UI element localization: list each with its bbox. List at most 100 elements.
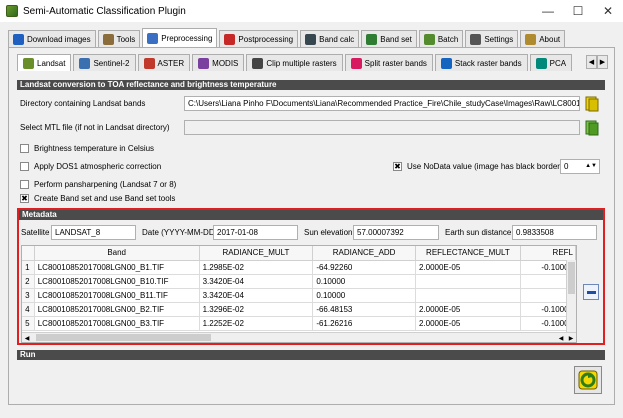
band-set-icon <box>366 33 378 45</box>
band-cell[interactable]: LC80010852017008LGN00_B1.TIF <box>34 260 200 275</box>
column-header-radiance-add[interactable]: RADIANCE_ADD <box>312 246 416 261</box>
open-mtl-file-button[interactable] <box>583 119 601 137</box>
scrollbar-thumb[interactable] <box>568 262 575 294</box>
tab-about[interactable]: About <box>520 30 566 47</box>
radiance-mult-cell[interactable]: 3.3420E-04 <box>199 274 314 289</box>
tab-band-calc[interactable]: Band calc <box>300 30 360 47</box>
run-button[interactable] <box>574 366 602 394</box>
about-icon <box>525 33 537 45</box>
radiance-add-cell[interactable]: 0.10000 <box>312 274 416 289</box>
nodata-value-spinbox[interactable]: 0 ▲▼ <box>560 159 600 174</box>
tab-band-set[interactable]: Band set <box>361 30 417 47</box>
table-row[interactable]: 1 LC80010852017008LGN00_B1.TIF 1.2985E-0… <box>22 260 576 275</box>
column-header-radiance-mult[interactable]: RADIANCE_MULT <box>199 246 314 261</box>
folder-icon <box>585 96 599 112</box>
radiance-mult-cell[interactable]: 1.3296E-02 <box>199 302 314 317</box>
tab-stack-raster-bands[interactable]: Stack raster bands <box>434 54 528 71</box>
title-bar: Semi-Automatic Classification Plugin — ☐… <box>0 0 623 22</box>
spin-arrows-icon[interactable]: ▲▼ <box>585 160 597 173</box>
radiance-add-cell[interactable]: -66.48153 <box>312 302 416 317</box>
tab-modis[interactable]: MODIS <box>192 54 245 71</box>
close-button[interactable]: ✕ <box>593 0 623 22</box>
maximize-button[interactable]: ☐ <box>563 0 593 22</box>
split-bands-icon <box>350 57 362 69</box>
band-cell[interactable]: LC80010852017008LGN00_B11.TIF <box>34 288 200 303</box>
reflectance-mult-cell[interactable]: 2.0000E-05 <box>415 302 521 317</box>
table-vertical-scrollbar[interactable] <box>566 260 576 332</box>
dos1-correction-checkbox[interactable]: Apply DOS1 atmospheric correction <box>20 162 161 171</box>
column-header-reflectance-mult[interactable]: REFLECTANCE_MULT <box>415 246 521 261</box>
radiance-add-cell[interactable]: -64.92260 <box>312 260 416 275</box>
table-horizontal-scrollbar[interactable]: ◀ ◀ ▶ <box>22 332 576 342</box>
table-row[interactable]: 5 LC80010852017008LGN00_B3.TIF 1.2252E-0… <box>22 316 576 331</box>
tab-clip-multiple-rasters[interactable]: Clip multiple rasters <box>246 54 343 71</box>
tab-landsat[interactable]: Landsat <box>17 54 72 71</box>
tab-settings[interactable]: Settings <box>465 30 519 47</box>
reflectance-mult-cell[interactable]: 2.0000E-05 <box>415 316 521 331</box>
row-number[interactable]: 5 <box>22 316 35 331</box>
row-number-header <box>22 246 35 261</box>
band-cell[interactable]: LC80010852017008LGN00_B2.TIF <box>34 302 200 317</box>
main-tab-bar: Download images Tools Preprocessing Post… <box>8 28 615 47</box>
sun-elevation-field[interactable]: 57.00007392 <box>353 225 439 240</box>
band-cell[interactable]: LC80010852017008LGN00_B10.TIF <box>34 274 200 289</box>
row-number[interactable]: 1 <box>22 260 35 275</box>
mtl-file-field[interactable] <box>184 120 580 135</box>
row-number[interactable]: 2 <box>22 274 35 289</box>
checkbox-box <box>20 144 29 153</box>
tab-aster[interactable]: ASTER <box>137 54 191 71</box>
tab-split-raster-bands[interactable]: Split raster bands <box>344 54 433 71</box>
checkmark-icon: ✖ <box>393 161 402 171</box>
download-icon <box>13 33 24 45</box>
scroll-left-arrow-icon[interactable]: ◀ <box>22 333 32 343</box>
satellite-field[interactable]: LANDSAT_8 <box>51 225 136 240</box>
tab-batch[interactable]: Batch <box>418 30 464 47</box>
column-header-band[interactable]: Band <box>34 246 200 261</box>
reflectance-mult-cell[interactable] <box>415 274 521 289</box>
earth-sun-distance-field[interactable]: 0.9833508 <box>512 225 597 240</box>
row-number[interactable]: 4 <box>22 302 35 317</box>
open-directory-button[interactable] <box>583 95 601 113</box>
date-field[interactable]: 2017-01-08 <box>213 225 298 240</box>
table-row[interactable]: 2 LC80010852017008LGN00_B10.TIF 3.3420E-… <box>22 274 576 289</box>
brightness-celsius-checkbox[interactable]: Brightness temperature in Celsius <box>20 144 154 153</box>
clip-icon <box>252 57 264 69</box>
metadata-section-header: Metadata <box>19 210 603 220</box>
directory-label: Directory containing Landsat bands <box>20 99 146 108</box>
reflectance-mult-cell[interactable]: 2.0000E-05 <box>415 260 521 275</box>
column-header-reflectance-add[interactable]: REFL <box>520 246 576 261</box>
tab-preprocessing[interactable]: Preprocessing <box>142 28 218 47</box>
radiance-mult-cell[interactable]: 1.2985E-02 <box>199 260 314 275</box>
minimize-button[interactable]: — <box>533 0 563 22</box>
tab-postprocessing[interactable]: Postprocessing <box>219 30 299 47</box>
remove-band-button[interactable] <box>583 284 599 300</box>
tab-scroll-left-button[interactable]: ◀ <box>586 55 597 69</box>
scroll-right-arrow-icon[interactable]: ▶ <box>566 333 576 343</box>
metadata-table: Band RADIANCE_MULT RADIANCE_ADD REFLECTA… <box>21 245 577 343</box>
landsat-directory-field[interactable]: C:\Users\Liana Pinho F\Documents\Liana\R… <box>184 96 580 111</box>
reflectance-mult-cell[interactable] <box>415 288 521 303</box>
tab-sentinel-2[interactable]: Sentinel-2 <box>73 54 136 71</box>
table-row[interactable]: 4 LC80010852017008LGN00_B2.TIF 1.3296E-0… <box>22 302 576 317</box>
pansharpening-checkbox[interactable]: Perform pansharpening (Landsat 7 or 8) <box>20 180 176 189</box>
tools-icon <box>102 33 114 45</box>
radiance-add-cell[interactable]: 0.10000 <box>312 288 416 303</box>
tab-scroll-right-button[interactable]: ▶ <box>597 55 608 69</box>
radiance-mult-cell[interactable]: 3.3420E-04 <box>199 288 314 303</box>
radiance-mult-cell[interactable]: 1.2252E-02 <box>199 316 314 331</box>
scrollbar-thumb[interactable] <box>36 334 211 341</box>
checkbox-box <box>20 180 29 189</box>
earth-sun-distance-label: Earth sun distance <box>445 228 512 237</box>
create-band-set-checkbox[interactable]: ✖ Create Band set and use Band set tools <box>20 194 175 203</box>
radiance-add-cell[interactable]: -61.26216 <box>312 316 416 331</box>
table-row[interactable]: 3 LC80010852017008LGN00_B11.TIF 3.3420E-… <box>22 288 576 303</box>
row-number[interactable]: 3 <box>22 288 35 303</box>
scroll-left-arrow-icon[interactable]: ◀ <box>556 333 566 343</box>
tab-tools[interactable]: Tools <box>97 30 141 47</box>
nodata-checkbox[interactable]: ✖ Use NoData value (image has black borde… <box>393 162 563 171</box>
tab-pca[interactable]: PCA <box>529 54 573 71</box>
calculator-icon <box>305 33 317 45</box>
band-cell[interactable]: LC80010852017008LGN00_B3.TIF <box>34 316 200 331</box>
batch-icon <box>423 33 435 45</box>
tab-download-images[interactable]: Download images <box>8 30 96 47</box>
